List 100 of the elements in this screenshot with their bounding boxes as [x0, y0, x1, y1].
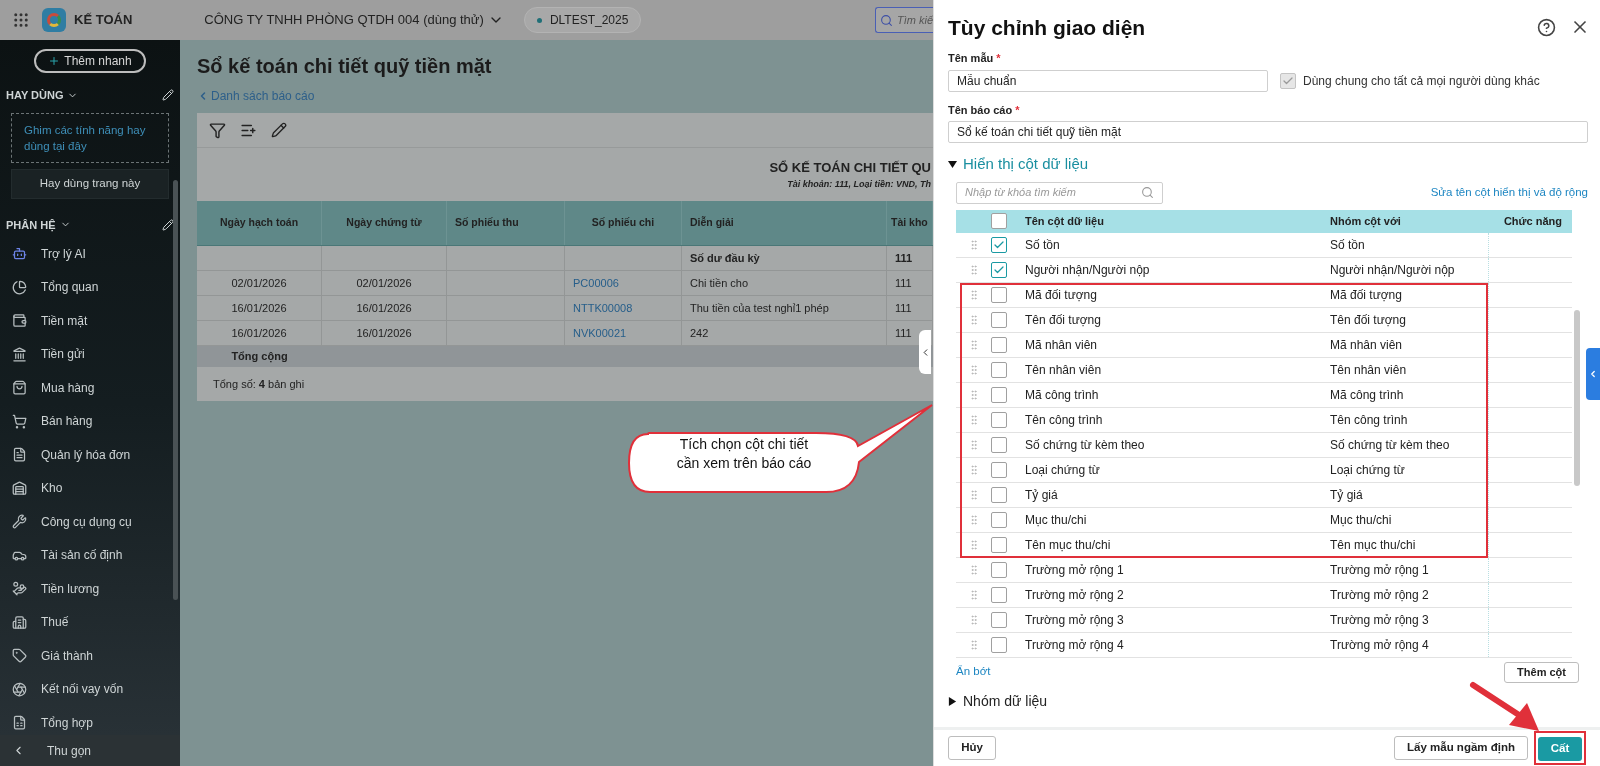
sidebar-item[interactable]: Tổng quan — [0, 270, 180, 304]
column-group: Tên nhân viên — [1330, 357, 1489, 382]
checkbox[interactable] — [991, 461, 1007, 478]
checkbox[interactable] — [991, 213, 1007, 229]
edit-icon[interactable] — [271, 122, 287, 138]
sidebar-item[interactable]: Mua hàng — [0, 371, 180, 405]
table-cell-text: 16/01/2026 — [231, 300, 287, 316]
sidebar-item[interactable]: Quản lý hóa đơn — [0, 438, 180, 472]
column-group: Trường mở rộng 4 — [1330, 632, 1489, 657]
sidebar-item[interactable]: Giá thành — [0, 639, 180, 673]
checkbox[interactable] — [991, 486, 1007, 503]
table-cell-text: 16/01/2026 — [356, 300, 412, 316]
wrench-icon — [12, 514, 27, 530]
column-group: Mã công trình — [1330, 382, 1489, 407]
section-toggle[interactable]: Nhóm dữ liệu — [963, 690, 1048, 712]
column-name: Mã nhân viên — [1025, 336, 1099, 354]
total-row: Tổng cộng — [197, 346, 933, 367]
column-header: Nhóm cột với — [1330, 213, 1402, 230]
help-icon[interactable] — [1537, 17, 1556, 37]
checkbox[interactable] — [991, 311, 1007, 328]
field-label: Tên mẫu * — [948, 51, 1001, 66]
document-icon — [12, 447, 27, 463]
checkbox[interactable] — [991, 261, 1007, 278]
checkbox[interactable] — [991, 536, 1007, 553]
page-title: Sổ kế toán chi tiết quỹ tiền mặt — [197, 54, 493, 79]
checkbox[interactable] — [991, 636, 1007, 653]
column-header: Diễn giải — [682, 201, 887, 245]
sidebar-item[interactable]: Tiền gửi — [0, 337, 180, 371]
sidebar-item[interactable]: Trợ lý AI — [0, 237, 180, 271]
checkbox[interactable] — [991, 586, 1007, 603]
tag-icon — [12, 648, 27, 664]
pie-chart-icon — [12, 279, 27, 295]
section-heading[interactable]: PHÂN HỆ — [6, 216, 71, 233]
caret-icon[interactable] — [948, 696, 957, 706]
panel-collapse-handle[interactable] — [919, 330, 931, 374]
sidebar-item[interactable]: Kho — [0, 471, 180, 505]
apps-menu-icon[interactable] — [12, 11, 30, 29]
checkbox[interactable] — [991, 286, 1007, 303]
template-name-field[interactable]: Mẫu chuẩn — [948, 69, 1268, 92]
checkbox[interactable] — [991, 561, 1007, 578]
column-group: Mã nhân viên — [1330, 332, 1489, 357]
column-group: Người nhận/Người nộp — [1330, 257, 1489, 282]
sidebar-item[interactable]: Thuế — [0, 605, 180, 639]
app-logo-icon — [42, 8, 66, 32]
column-name: Mã công trình — [1025, 386, 1100, 404]
checkbox[interactable] — [991, 411, 1007, 428]
checkbox[interactable] — [991, 336, 1007, 353]
show-less-link[interactable]: Ẩn bớt — [956, 663, 991, 681]
add-to-favorites-button[interactable]: Hay dùng trang này — [11, 168, 169, 199]
scrollbar-thumb[interactable] — [1574, 309, 1580, 486]
sidebar-item[interactable]: Tổng hợp — [0, 706, 180, 735]
checkbox[interactable] — [991, 386, 1007, 403]
checkbox[interactable] — [991, 511, 1007, 528]
column-header: Ngày hạch toán — [197, 201, 322, 245]
column-group: Mục thu/chi — [1330, 507, 1489, 532]
table-cell-text: 111 — [895, 325, 912, 341]
sidebar-item[interactable]: Tài sản cố định — [0, 538, 180, 572]
restore-default-button[interactable]: Lấy mẫu ngầm định — [1394, 736, 1528, 760]
column-group: Loại chứng từ — [1330, 457, 1489, 482]
search-icon — [1141, 186, 1154, 199]
sidebar-item[interactable]: Công cụ dụng cụ — [0, 505, 180, 539]
cancel-button[interactable]: Hủy — [948, 736, 996, 760]
column-name: Tên mục thu/chi — [1025, 536, 1112, 554]
column-header: Ngày chứng từ — [322, 201, 447, 245]
edit-columns-link[interactable]: Sửa tên cột hiển thị và độ rộng — [1430, 183, 1588, 202]
column-name: Người nhận/Người nộp — [1025, 261, 1151, 279]
sidebar-item[interactable]: Tiền mặt — [0, 304, 180, 338]
column-group: Số chứng từ kèm theo — [1330, 432, 1489, 457]
column-header: Tên cột dữ liệu — [1025, 213, 1105, 230]
company-selector[interactable]: CÔNG TY TNHH PHÒNG QTDH 004 (dùng thử) — [204, 10, 504, 30]
checkbox[interactable] — [991, 236, 1007, 253]
column-name: Số chứng từ kèm theo — [1025, 436, 1146, 454]
sidebar-item[interactable]: Tiền lương — [0, 572, 180, 606]
quick-add-button[interactable]: Thêm nhanh — [34, 49, 146, 73]
checkbox[interactable] — [991, 611, 1007, 628]
shopping-bag-icon — [12, 380, 27, 396]
caret-icon[interactable] — [948, 159, 957, 169]
table-cell-text: 02/01/2026 — [356, 275, 412, 291]
sidebar-item[interactable]: Bán hàng — [0, 404, 180, 438]
report-name-field[interactable]: Sổ kế toán chi tiết quỹ tiền mặt — [948, 121, 1588, 143]
section-toggle[interactable]: Hiển thị cột dữ liệu — [963, 153, 1089, 176]
database-badge[interactable]: DLTEST_2025 — [523, 7, 642, 33]
column-name: Trường mở rộng 1 — [1025, 561, 1125, 579]
column-name: Tên nhân viên — [1025, 361, 1103, 379]
column-name: Mục thu/chi — [1025, 511, 1088, 529]
robot-icon — [12, 246, 27, 262]
callout-text: Tích chọn cột chi tiết cần xem trên báo cáo — [675, 435, 813, 473]
add-column-button[interactable]: Thêm cột — [1504, 661, 1579, 683]
section-heading[interactable]: HAY DÙNG — [6, 87, 79, 104]
aperture-icon — [12, 681, 27, 697]
checkbox[interactable] — [991, 436, 1007, 453]
side-tab[interactable] — [1586, 348, 1600, 400]
required-mark: * — [1015, 103, 1020, 116]
checkbox[interactable] — [991, 361, 1007, 378]
column-name: Trường mở rộng 4 — [1025, 636, 1125, 654]
column-header: Số phiếu chi — [565, 201, 682, 245]
record-count: Tổng số: 4 bản ghi — [213, 376, 305, 392]
filter-icon[interactable] — [209, 121, 226, 139]
column-group: Trường mở rộng 1 — [1330, 557, 1489, 582]
sidebar-item[interactable]: Kết nối vay vốn — [0, 672, 180, 706]
